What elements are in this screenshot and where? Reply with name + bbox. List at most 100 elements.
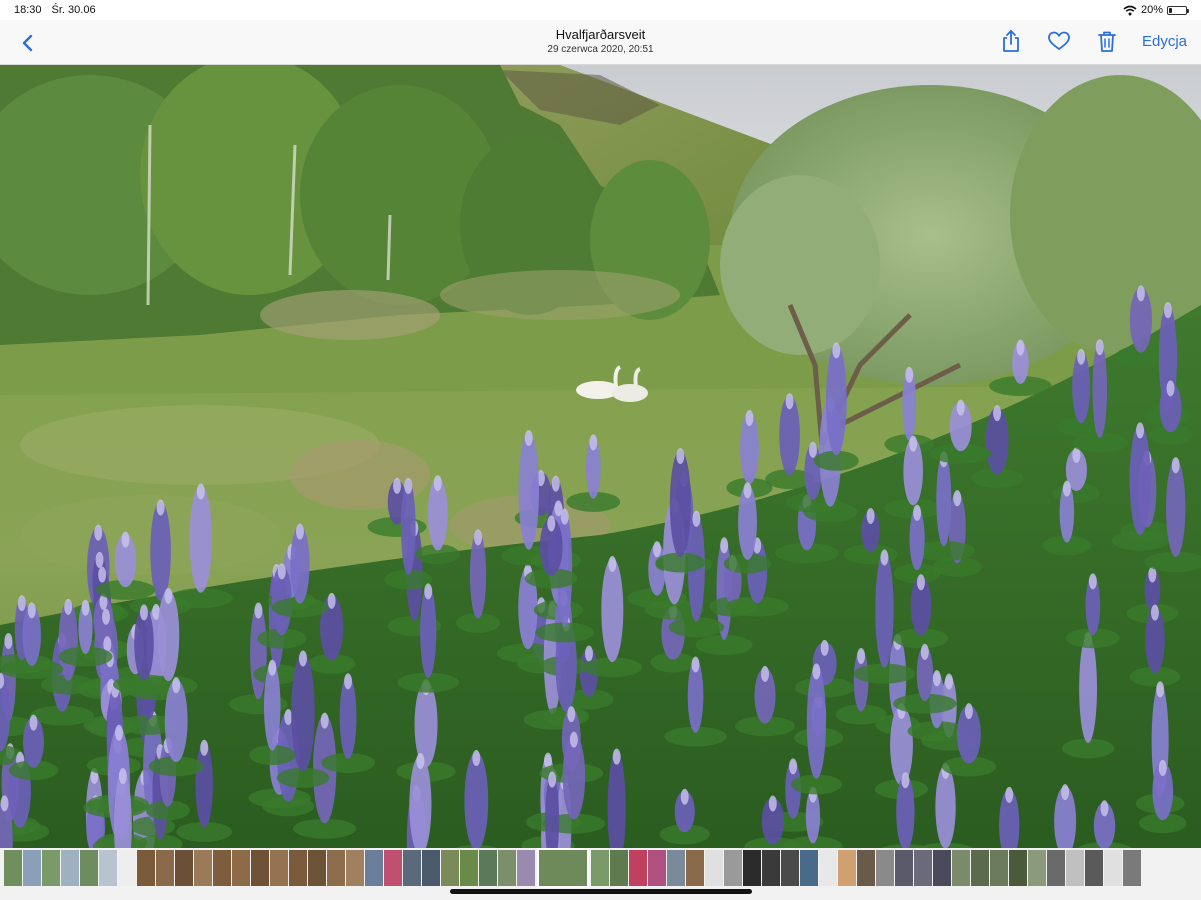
thumbnail[interactable] [838,850,856,886]
thumbnail[interactable] [933,850,951,886]
lupine-tip [404,477,413,494]
thumbnail[interactable] [422,850,440,886]
thumbnail[interactable] [819,850,837,886]
thumbnail[interactable] [460,850,478,886]
lupine-tip [0,795,9,812]
thumbnail[interactable] [118,850,136,886]
lupine-tip [548,771,557,788]
thumbnail[interactable] [403,850,421,886]
thumbnail[interactable] [914,850,932,886]
thumbnail[interactable] [213,850,231,886]
thumbnail[interactable] [156,850,174,886]
photo-viewer[interactable] [0,65,1201,848]
thumbnail[interactable] [876,850,894,886]
thumbnail[interactable] [194,850,212,886]
thumbnail[interactable] [895,850,913,886]
home-indicator[interactable] [450,889,752,894]
lupine-tip [1166,380,1175,397]
thumbnail-selected[interactable] [537,848,589,888]
thumbnail[interactable] [1047,850,1065,886]
thumbnail[interactable] [498,850,516,886]
thumbnail[interactable] [1104,850,1122,886]
lupine-tip [17,595,26,612]
lupine-tip [64,598,73,615]
lupine-tip [1136,422,1145,439]
thumbnail[interactable] [629,850,647,886]
lupine-flower [825,344,847,456]
lupine-tip [95,551,104,568]
thumbnail[interactable] [990,850,1008,886]
lupine-tip [692,510,701,527]
thumbnail[interactable] [61,850,79,886]
thumbnail[interactable] [1085,850,1103,886]
lupine-tip [298,650,307,667]
thumbnail[interactable] [686,850,704,886]
lupine-tip [612,748,621,765]
thumbnail[interactable] [42,850,60,886]
lupine-tip [953,490,962,507]
thumbnail[interactable] [667,850,685,886]
thumbnail[interactable] [781,850,799,886]
thumbnail[interactable] [365,850,383,886]
lupine-tip [913,504,922,521]
lupine-tip [118,768,127,785]
lupine-flower [464,752,489,848]
lupine-tip [680,788,689,805]
thumbnail[interactable] [1009,850,1027,886]
trash-icon[interactable] [1094,28,1120,54]
lupine-flower [1166,459,1186,557]
thumbnail[interactable] [952,850,970,886]
thumbnail[interactable] [80,850,98,886]
heart-icon[interactable] [1046,28,1072,54]
thumbnail[interactable] [137,850,155,886]
thumbnail[interactable] [4,850,22,886]
thumbnail[interactable] [610,850,628,886]
lupine-tip [94,524,103,541]
thumbnail[interactable] [346,850,364,886]
edit-button[interactable]: Edycja [1142,33,1187,50]
thumbnail[interactable] [308,850,326,886]
thumbnail[interactable] [800,850,818,886]
lupine-tip [880,549,889,566]
lupine-tip [1150,604,1159,621]
thumbnail[interactable] [762,850,780,886]
lupine-tip [102,608,111,625]
thumbnail[interactable] [441,850,459,886]
thumbnail[interactable] [232,850,250,886]
thumbnail[interactable] [971,850,989,886]
lupine-tip [808,441,817,458]
thumbnail[interactable] [270,850,288,886]
thumbnail[interactable] [23,850,41,886]
thumbnail[interactable] [99,850,117,886]
lupine-tip [1100,800,1109,817]
thumbnail[interactable] [175,850,193,886]
thumbnail[interactable] [1123,850,1141,886]
thumbnail[interactable] [327,850,345,886]
lupine-tip [277,563,286,580]
thumbnail[interactable] [724,850,742,886]
back-button[interactable] [14,28,42,58]
lupine-tip [81,599,90,616]
lupine-flower [250,604,267,700]
lupine-tip [820,639,829,656]
lupine-tip [676,448,685,465]
thumbnail[interactable] [705,850,723,886]
thumbnail-strip[interactable] [4,848,1141,888]
thumbnail[interactable] [743,850,761,886]
thumbnail[interactable] [1066,850,1084,886]
share-icon[interactable] [998,28,1024,54]
thumbnail[interactable] [857,850,875,886]
thumbnail[interactable] [591,850,609,886]
lupine-tip [327,592,336,609]
thumbnail[interactable] [648,850,666,886]
thumbnail[interactable] [289,850,307,886]
navigation-bar: Hvalfjarðarsveit 29 czerwca 2020, 20:51 … [0,20,1201,65]
thumbnail[interactable] [479,850,497,886]
thumbnail[interactable] [517,850,535,886]
wifi-icon [1123,5,1137,15]
lupine-tip [901,772,910,789]
thumbnail[interactable] [384,850,402,886]
thumbnail[interactable] [1028,850,1046,886]
lupine-tip [956,399,965,416]
thumbnail[interactable] [251,850,269,886]
